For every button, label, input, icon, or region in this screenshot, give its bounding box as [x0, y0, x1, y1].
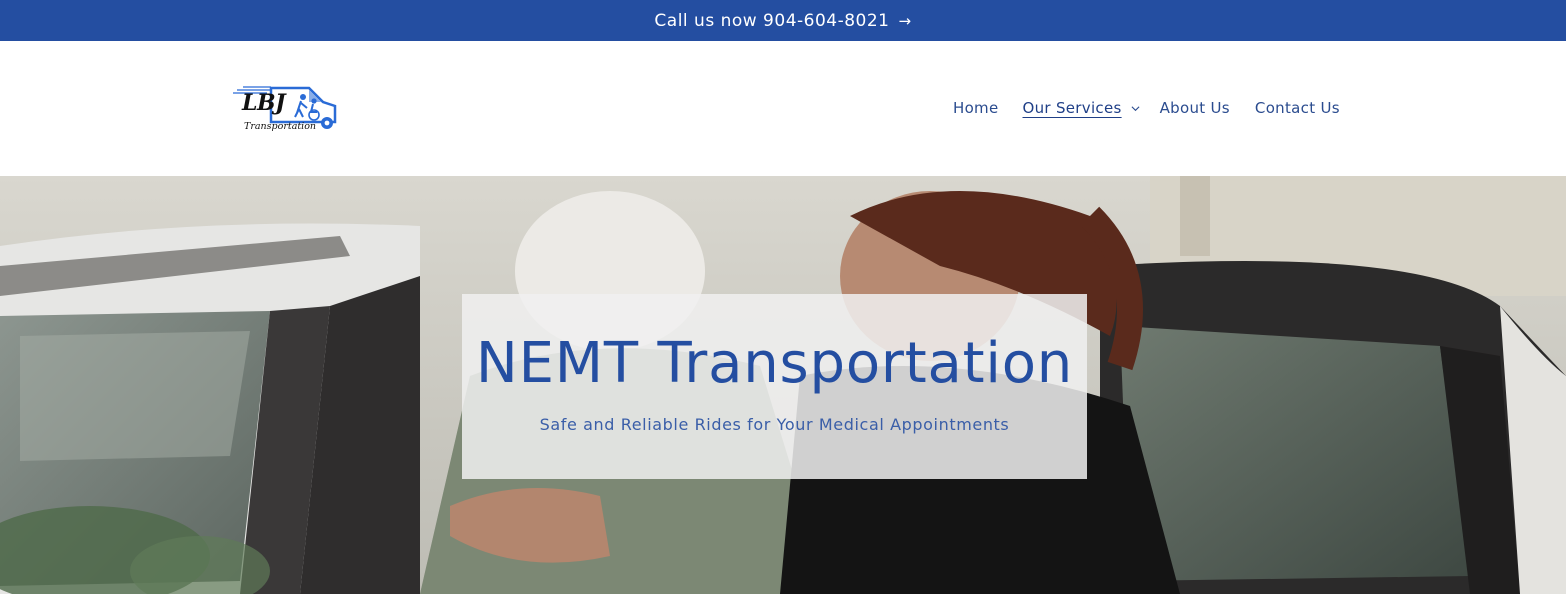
- logo-link[interactable]: LBJ Transportation: [231, 82, 339, 134]
- arrow-right-icon: →: [898, 11, 912, 30]
- logo-subtitle-text: Transportation: [244, 121, 317, 132]
- hero-text-box: NEMT Transportation Safe and Reliable Ri…: [462, 294, 1087, 479]
- call-us-announcement-link[interactable]: Call us now 904-604-8021 →: [0, 0, 1566, 41]
- nav-item-about-us[interactable]: About Us: [1160, 99, 1230, 117]
- nav-item-label: About Us: [1159, 99, 1230, 117]
- main-nav: Home Our Services About Us Contact Us: [953, 99, 1340, 117]
- chevron-down-icon: [1131, 105, 1140, 111]
- nav-item-our-services[interactable]: Our Services: [1023, 99, 1140, 117]
- announcement-text: Call us now 904-604-8021: [654, 10, 890, 31]
- hero-banner: NEMT Transportation Safe and Reliable Ri…: [0, 176, 1566, 594]
- logo-brand-text: LBJ: [242, 90, 285, 116]
- nav-item-label: Home: [953, 99, 999, 117]
- nav-item-label: Contact Us: [1254, 99, 1340, 117]
- site-header: LBJ Transportation Home Our Services Abo…: [0, 41, 1566, 176]
- hero-subtitle: Safe and Reliable Rides for Your Medical…: [539, 415, 1010, 434]
- nav-item-label: Our Services: [1022, 99, 1122, 117]
- hero-title: NEMT Transportation: [475, 331, 1074, 396]
- nav-item-home[interactable]: Home: [953, 99, 999, 117]
- nav-item-contact-us[interactable]: Contact Us: [1255, 99, 1340, 117]
